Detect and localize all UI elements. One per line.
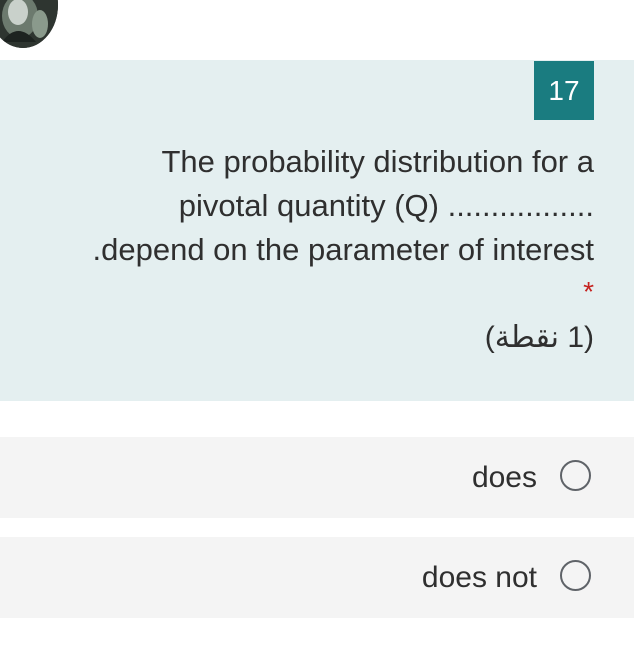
option-does[interactable]: does bbox=[0, 437, 634, 518]
question-card: 17 The probability distribution for a pi… bbox=[0, 60, 634, 401]
radio-button[interactable] bbox=[560, 560, 591, 591]
option-does-not[interactable]: does not bbox=[0, 537, 634, 618]
question-text-line: pivotal quantity (Q) ................. bbox=[178, 188, 594, 223]
required-asterisk: * bbox=[583, 276, 594, 307]
question-text: The probability distribution for a pivot… bbox=[14, 140, 595, 272]
option-label: does bbox=[471, 461, 537, 494]
avatar bbox=[0, 0, 58, 48]
question-text-line: The probability distribution for a bbox=[161, 144, 594, 179]
quiz-page: 17 The probability distribution for a pi… bbox=[0, 0, 634, 646]
option-label: does not bbox=[421, 561, 537, 594]
question-text-line: .depend on the parameter of interest bbox=[92, 232, 595, 267]
user-avatar-icon bbox=[0, 0, 58, 48]
points-label: (1 نقطة) bbox=[484, 321, 594, 354]
question-number-badge: 17 bbox=[534, 61, 594, 120]
radio-button[interactable] bbox=[560, 460, 591, 491]
